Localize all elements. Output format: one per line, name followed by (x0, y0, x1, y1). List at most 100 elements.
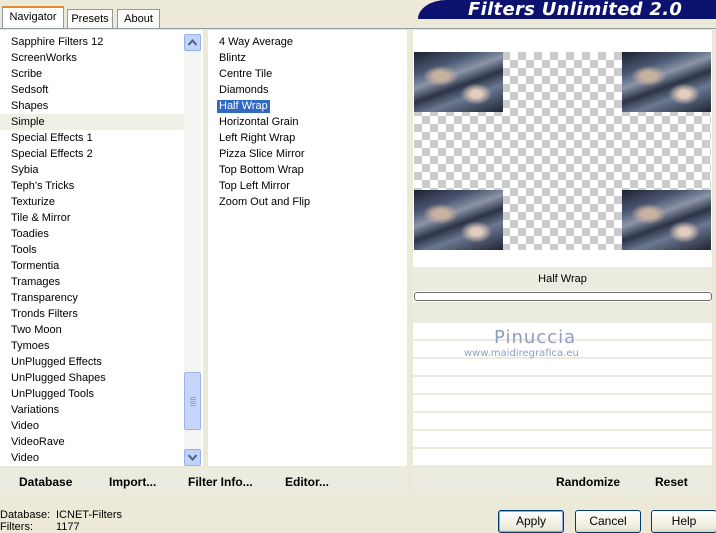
category-listbox[interactable]: Sapphire Filters 12 ScreenWorks Scribe Seds… (0, 30, 203, 466)
category-item[interactable]: Video (0, 418, 184, 434)
database-button[interactable]: Database (19, 475, 72, 489)
database-value: ICNET-Filters (56, 509, 122, 521)
preview-tile (622, 190, 711, 250)
filter-item[interactable]: Diamonds (208, 82, 407, 98)
filter-label: Diamonds (219, 84, 269, 96)
category-item[interactable]: Special Effects 1 (0, 130, 184, 146)
reset-button[interactable]: Reset (655, 475, 688, 489)
tab-presets[interactable]: Presets (67, 9, 113, 28)
apply-button[interactable]: Apply (498, 510, 564, 533)
preview-tile (414, 52, 503, 112)
filter-item[interactable]: Zoom Out and Flip (208, 194, 407, 210)
filter-item[interactable]: Horizontal Grain (208, 114, 407, 130)
category-label: Special Effects 2 (11, 148, 93, 160)
category-item[interactable]: ScreenWorks (0, 50, 184, 66)
category-label: Sedsoft (11, 84, 49, 96)
category-item[interactable]: UnPlugged Effects (0, 354, 184, 370)
category-item[interactable]: VideoRave (0, 434, 184, 450)
category-item[interactable]: UnPlugged Tools (0, 386, 184, 402)
category-item[interactable]: Tronds Filters (0, 306, 184, 322)
chevron-down-icon (188, 454, 197, 461)
watermark-name: Pinuccia (494, 327, 577, 348)
category-item[interactable]: Two Moon (0, 322, 184, 338)
category-label: Video (11, 420, 39, 432)
category-item[interactable]: Toadies (0, 226, 184, 242)
filter-listbox[interactable]: 4 Way Average Blintz Centre Tile Diamonds Ha… (208, 30, 407, 466)
tab-divider (0, 28, 716, 29)
filter-item[interactable]: Pizza Slice Mirror (208, 146, 407, 162)
filter-info-button[interactable]: Filter Info... (188, 475, 253, 489)
category-item[interactable]: UnPlugged Shapes (0, 370, 184, 386)
category-label: Shapes (11, 100, 49, 112)
category-label: Transparency (11, 292, 78, 304)
scroll-down-button[interactable] (184, 449, 201, 466)
category-item[interactable]: Video (0, 450, 184, 466)
tab-navigator[interactable]: Navigator (2, 6, 64, 29)
tab-about[interactable]: About (117, 9, 160, 28)
category-label: Toadies (11, 228, 49, 240)
import-button[interactable]: Import... (109, 475, 156, 489)
progress-bar (414, 292, 712, 301)
category-label: Tramages (11, 276, 61, 288)
category-label: ScreenWorks (11, 52, 77, 64)
help-button[interactable]: Help (651, 510, 716, 533)
category-item[interactable]: Sapphire Filters 12 (0, 34, 184, 50)
database-label: Database: (0, 509, 51, 521)
category-item[interactable]: Shapes (0, 98, 184, 114)
chevron-up-icon (188, 39, 197, 46)
category-label: Special Effects 1 (11, 132, 93, 144)
category-item[interactable]: Special Effects 2 (0, 146, 184, 162)
filter-item[interactable]: Left Right Wrap (208, 130, 407, 146)
grip-icon (190, 397, 196, 406)
filter-item[interactable]: Blintz (208, 50, 407, 66)
category-item[interactable]: Transparency (0, 290, 184, 306)
scroll-thumb[interactable] (184, 372, 201, 430)
preview-image (414, 52, 711, 250)
watermark-url: www.maidiregrafica.eu (464, 348, 579, 359)
category-item[interactable]: Scribe (0, 66, 184, 82)
category-label: Scribe (11, 68, 43, 80)
category-label: Texturize (11, 196, 56, 208)
category-item[interactable]: Variations (0, 402, 184, 418)
randomize-button[interactable]: Randomize (556, 475, 620, 489)
preview-tile (414, 190, 503, 250)
filter-item[interactable]: 4 Way Average (208, 34, 407, 50)
category-label: UnPlugged Effects (11, 356, 102, 368)
category-item[interactable]: Simple (0, 114, 184, 130)
filter-label: Zoom Out and Flip (219, 196, 311, 208)
filter-label: Left Right Wrap (219, 132, 296, 144)
filter-label: 4 Way Average (219, 36, 293, 48)
category-label: Tymoes (11, 340, 50, 352)
category-item[interactable]: Tormentia (0, 258, 184, 274)
status-info: Database: ICNET-Filters Filters: 1177 (0, 509, 122, 533)
category-label: Sapphire Filters 12 (11, 36, 104, 48)
category-item[interactable]: Teph's Tricks (0, 178, 184, 194)
category-label: Video (11, 452, 39, 464)
app-title: Filters Unlimited 2.0 (468, 0, 683, 20)
filters-label: Filters: (0, 521, 33, 533)
category-label: UnPlugged Shapes (11, 372, 106, 384)
scroll-up-button[interactable] (184, 34, 201, 51)
filter-item[interactable]: Top Left Mirror (208, 178, 407, 194)
cancel-button[interactable]: Cancel (575, 510, 641, 533)
category-item[interactable]: Texturize (0, 194, 184, 210)
category-label: Sybia (11, 164, 39, 176)
filter-item[interactable]: Half Wrap (208, 98, 407, 114)
filter-label: Centre Tile (219, 68, 273, 80)
category-label: Tile & Mirror (11, 212, 71, 224)
category-scrollbar[interactable] (184, 34, 201, 466)
category-item[interactable]: Tymoes (0, 338, 184, 354)
filter-item[interactable]: Centre Tile (208, 66, 407, 82)
category-label: Teph's Tricks (11, 180, 75, 192)
category-item[interactable]: Tile & Mirror (0, 210, 184, 226)
editor-button[interactable]: Editor... (285, 475, 329, 489)
category-item[interactable]: Sybia (0, 162, 184, 178)
category-item[interactable]: Sedsoft (0, 82, 184, 98)
filter-list: 4 Way Average Blintz Centre Tile Diamonds Ha… (208, 34, 407, 210)
filter-label: Half Wrap (217, 100, 270, 113)
filter-item[interactable]: Top Bottom Wrap (208, 162, 407, 178)
category-item[interactable]: Tramages (0, 274, 184, 290)
category-item[interactable]: Tools (0, 242, 184, 258)
preview-tile (622, 52, 711, 112)
category-list: Sapphire Filters 12 ScreenWorks Scribe Seds… (0, 34, 184, 466)
